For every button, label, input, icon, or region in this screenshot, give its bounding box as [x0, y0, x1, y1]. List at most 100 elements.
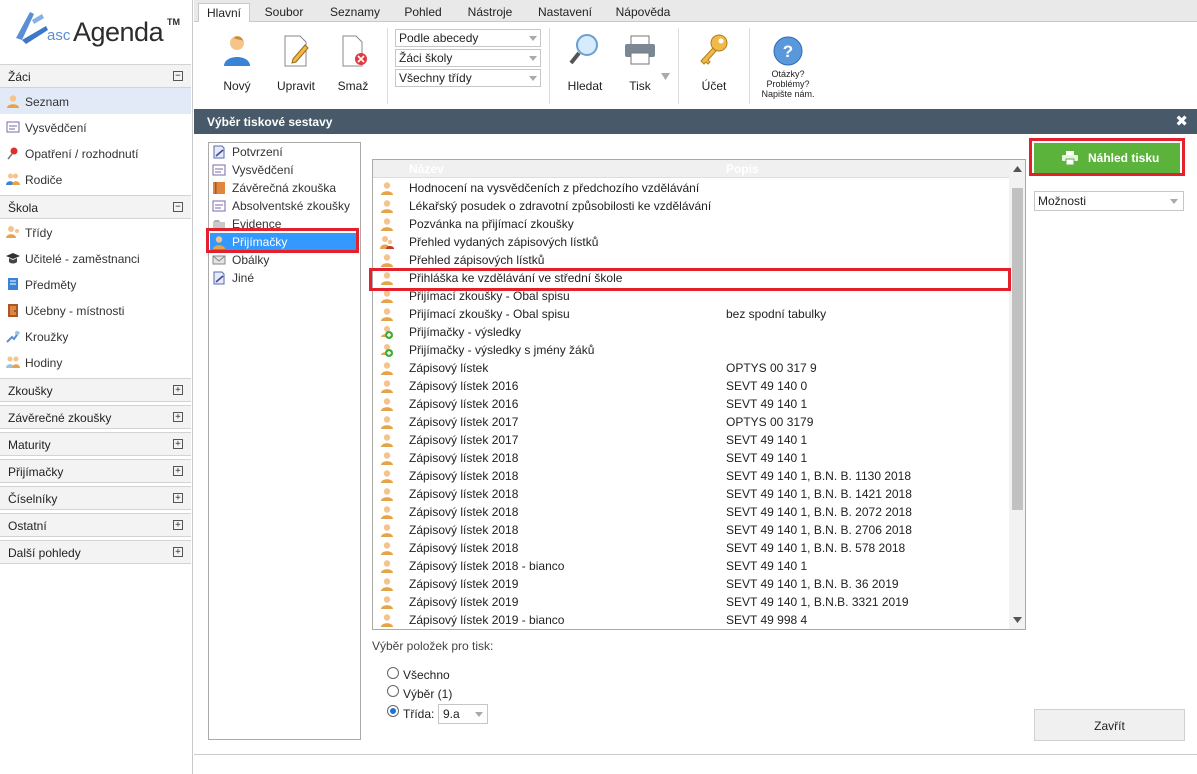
- table-row[interactable]: Zápisový lístek 2018 - bianco SEVT 49 140…: [373, 557, 1009, 575]
- options-select[interactable]: Možnosti: [1034, 191, 1184, 211]
- class-dropdown[interactable]: 9.a: [438, 704, 488, 724]
- sidebar-item-tridy[interactable]: Třídy: [0, 219, 191, 245]
- table-row[interactable]: Zápisový lístek 2017 OPTYS 00 3179: [373, 413, 1009, 431]
- scroll-down-icon[interactable]: [1013, 617, 1022, 623]
- sidebar-item-predmety[interactable]: Předměty: [0, 271, 191, 297]
- radio-all[interactable]: [387, 667, 399, 679]
- expand-icon[interactable]: +: [173, 439, 183, 449]
- dialog-title: Výběr tiskové sestavy: [207, 115, 333, 129]
- column-header-desc[interactable]: Popis: [726, 162, 759, 176]
- table-row[interactable]: Přehled zápisových lístků: [373, 251, 1009, 269]
- sidebar-item-ucebny[interactable]: Učebny - místnosti: [0, 297, 191, 323]
- collapse-icon[interactable]: −: [173, 71, 183, 81]
- category-item[interactable]: Obálky: [210, 251, 359, 269]
- sidebar-section-zaci[interactable]: Žáci −: [0, 64, 191, 88]
- row-desc: SEVT 49 140 1: [726, 559, 808, 573]
- column-header-name[interactable]: Název: [409, 162, 444, 176]
- expand-icon[interactable]: +: [173, 493, 183, 503]
- tab-nastaveni[interactable]: Nastavení: [530, 3, 600, 22]
- tab-napoveda[interactable]: Nápověda: [610, 3, 676, 22]
- tab-soubor[interactable]: Soubor: [257, 3, 311, 22]
- sidebar-section-prijimacky[interactable]: Přijímačky +: [0, 459, 191, 483]
- table-row[interactable]: Přijímačky - výsledky: [373, 323, 1009, 341]
- sidebar-section-ostatni[interactable]: Ostatní +: [0, 513, 191, 537]
- highlight-box: [1029, 138, 1185, 176]
- tab-nastroje[interactable]: Nástroje: [460, 3, 520, 22]
- sidebar-item-krouzky[interactable]: Kroužky: [0, 323, 191, 349]
- tab-seznamy[interactable]: Seznamy: [324, 3, 386, 22]
- table-row[interactable]: Zápisový lístek 2018 SEVT 49 140 1, B.N. …: [373, 503, 1009, 521]
- scrollbar-thumb[interactable]: [1012, 188, 1023, 510]
- table-row[interactable]: Pozvánka na přijímací zkoušky: [373, 215, 1009, 233]
- expand-icon[interactable]: +: [173, 466, 183, 476]
- table-row[interactable]: Zápisový lístek 2018 SEVT 49 140 1, B.N. …: [373, 521, 1009, 539]
- edit-button[interactable]: Upravit: [274, 32, 318, 102]
- table-row[interactable]: Zápisový lístek 2017 SEVT 49 140 1: [373, 431, 1009, 449]
- sidebar-item-ucitele[interactable]: Učitelé - zaměstnanci: [0, 245, 191, 271]
- table-row[interactable]: Zápisový lístek 2019 SEVT 49 140 1, B.N. …: [373, 575, 1009, 593]
- radio-selection[interactable]: [387, 685, 399, 697]
- table-row[interactable]: Zápisový lístek 2019 - bianco SEVT 49 998…: [373, 611, 1009, 629]
- tab-pohled[interactable]: Pohled: [397, 3, 449, 22]
- new-button-label: Nový: [223, 79, 251, 93]
- sidebar-item-hodiny[interactable]: Hodiny: [0, 349, 191, 375]
- sidebar-section-skola[interactable]: Škola −: [0, 195, 191, 219]
- print-button[interactable]: Tisk: [622, 32, 658, 102]
- table-row[interactable]: Zápisový lístek 2018 SEVT 49 140 1, B.N. …: [373, 539, 1009, 557]
- scope-select[interactable]: Žáci školy: [395, 49, 541, 67]
- expand-icon[interactable]: +: [173, 412, 183, 422]
- chevron-down-icon: [529, 76, 537, 81]
- collapse-icon[interactable]: −: [173, 202, 183, 212]
- category-item[interactable]: Vysvědčení: [210, 161, 359, 179]
- print-dropdown-icon[interactable]: [661, 73, 670, 80]
- table-row[interactable]: Hodnocení na vysvědčeních z předchozího …: [373, 179, 1009, 197]
- table-row[interactable]: Zápisový lístek 2018 SEVT 49 140 1, B.N. …: [373, 467, 1009, 485]
- sidebar-item-vysvedceni[interactable]: Vysvědčení: [0, 114, 191, 140]
- table-row[interactable]: Přijímačky - výsledky s jmény žáků: [373, 341, 1009, 359]
- expand-icon[interactable]: +: [173, 385, 183, 395]
- table-row[interactable]: Zápisový lístek 2016 SEVT 49 140 1: [373, 395, 1009, 413]
- sort-select[interactable]: Podle abecedy: [395, 29, 541, 47]
- sidebar-item-label: Třídy: [25, 226, 53, 240]
- scrollbar[interactable]: [1009, 160, 1025, 629]
- radio-class[interactable]: [387, 705, 399, 717]
- sidebar-item-seznam[interactable]: Seznam: [0, 88, 191, 114]
- class-select[interactable]: Všechny třídy: [395, 69, 541, 87]
- new-button[interactable]: Nový: [216, 32, 258, 102]
- table-row[interactable]: Přehled vydaných zápisových lístků: [373, 233, 1009, 251]
- category-item[interactable]: Potvrzení: [210, 143, 359, 161]
- table-row[interactable]: Zápisový lístek OPTYS 00 317 9: [373, 359, 1009, 377]
- table-row[interactable]: Zápisový lístek 2018 SEVT 49 140 1, B.N. …: [373, 485, 1009, 503]
- sidebar-section-maturity[interactable]: Maturity +: [0, 432, 191, 456]
- table-row[interactable]: Zápisový lístek 2016 SEVT 49 140 0: [373, 377, 1009, 395]
- close-icon[interactable]: ✖: [1175, 112, 1188, 130]
- sidebar-item-rodice[interactable]: Rodiče: [0, 166, 191, 192]
- category-item[interactable]: Jiné: [210, 269, 359, 287]
- table-row[interactable]: Lékařský posudek o zdravotní způsobilost…: [373, 197, 1009, 215]
- sidebar-section-label: Závěrečné zkoušky: [8, 411, 112, 425]
- expand-icon[interactable]: +: [173, 547, 183, 557]
- delete-button[interactable]: Smaž: [334, 32, 372, 102]
- sidebar-item-label: Seznam: [25, 95, 70, 109]
- sidebar-section-ciselniky[interactable]: Číselníky +: [0, 486, 191, 510]
- radio-selection-label[interactable]: Výběr (1): [403, 687, 452, 701]
- search-button[interactable]: Hledat: [564, 32, 606, 102]
- radio-class-label[interactable]: Třída:: [403, 707, 434, 721]
- table-row[interactable]: Zápisový lístek 2018 SEVT 49 140 1: [373, 449, 1009, 467]
- radio-all-label[interactable]: Všechno: [403, 668, 450, 682]
- table-row[interactable]: Zápisový lístek 2019 SEVT 49 140 1, B.N.B…: [373, 593, 1009, 611]
- user-icon: [381, 596, 393, 609]
- tab-hlavni[interactable]: Hlavní: [198, 3, 250, 23]
- sidebar-item-opatreni[interactable]: Opatření / rozhodnutí: [0, 140, 191, 166]
- sidebar-section-zaverecne-zkousky[interactable]: Závěrečné zkoušky +: [0, 405, 191, 429]
- close-button[interactable]: Zavřít: [1034, 709, 1185, 741]
- category-item[interactable]: Závěrečná zkouška: [210, 179, 359, 197]
- category-item[interactable]: Absolventské zkoušky: [210, 197, 359, 215]
- scroll-up-icon[interactable]: [1013, 166, 1022, 172]
- table-row[interactable]: Přijímací zkoušky - Obal spisu bez spodní…: [373, 305, 1009, 323]
- expand-icon[interactable]: +: [173, 520, 183, 530]
- sidebar-section-dalsi-pohledy[interactable]: Další pohledy +: [0, 540, 191, 564]
- sidebar-section-zkousky[interactable]: Zkoušky +: [0, 378, 191, 402]
- help-button[interactable]: ? Otázky? Problémy? Napište nám.: [756, 32, 820, 102]
- account-button[interactable]: Účet: [694, 32, 734, 102]
